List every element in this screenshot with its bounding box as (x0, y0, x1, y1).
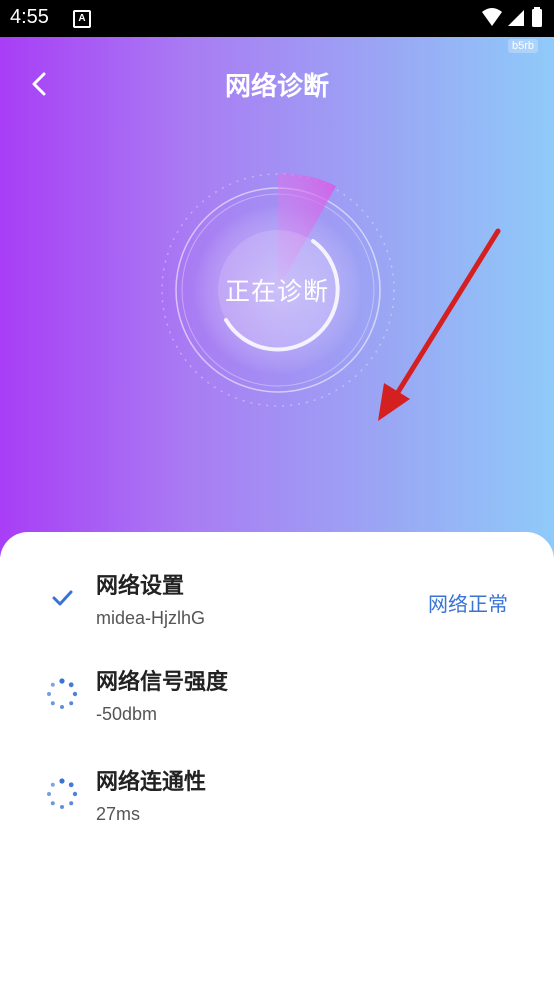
status-label: 网络正常 (428, 592, 508, 616)
diagnosis-card: 网络设置 midea-HjzlhG 网络正常 网络信号强度 -50dbm 网络连… (0, 532, 554, 984)
item-title: 网络连通性 (96, 770, 207, 795)
item-subtitle: -50dbm (96, 704, 158, 724)
list-item-connectivity: 网络连通性 27ms (0, 764, 554, 834)
notification-a-icon: A (73, 10, 91, 28)
status-bar: 4:55 A (0, 0, 554, 37)
watermark: b5rb (507, 39, 538, 53)
list-item-network-settings: 网络设置 midea-HjzlhG 网络正常 (0, 568, 554, 638)
wifi-icon (482, 8, 502, 26)
item-title: 网络设置 (96, 574, 185, 599)
status-time: 4:55 (10, 6, 49, 28)
item-title: 网络信号强度 (96, 670, 229, 695)
annotation-arrow (378, 228, 501, 421)
page-title: 网络诊断 (224, 72, 329, 102)
list-item-signal-strength: 网络信号强度 -50dbm (0, 664, 554, 734)
battery-icon (532, 9, 542, 27)
status-icons (482, 7, 542, 27)
item-subtitle: midea-HjzlhG (96, 608, 206, 628)
loading-spinner-icon (47, 678, 78, 709)
item-subtitle: 27ms (96, 804, 141, 824)
check-icon (52, 590, 73, 606)
signal-icon (508, 10, 524, 26)
loading-spinner-icon (47, 778, 78, 809)
